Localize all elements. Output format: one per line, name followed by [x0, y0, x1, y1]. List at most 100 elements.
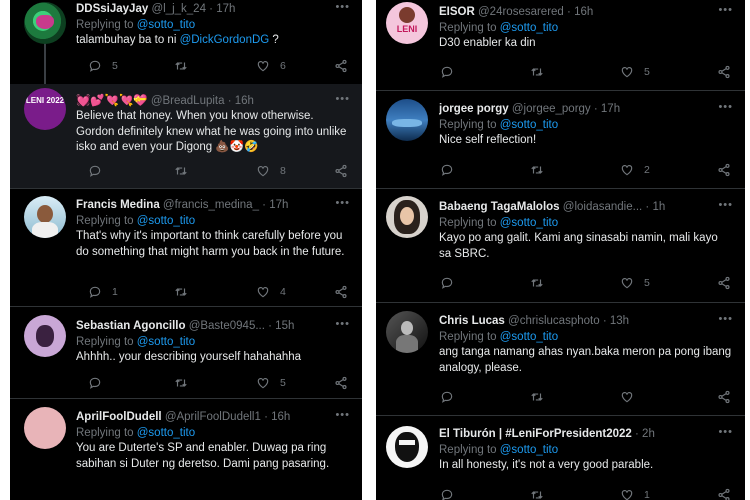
retweet-button[interactable] [174, 376, 198, 390]
display-name[interactable]: Babaeng TagaMalolos [439, 201, 560, 213]
retweet-button[interactable] [530, 276, 554, 290]
tweet-sebastian-agoncillo[interactable]: Sebastian Agoncillo @Baste0945... · 15h … [10, 307, 362, 397]
avatar[interactable] [24, 407, 66, 449]
retweet-button[interactable] [530, 65, 554, 79]
display-name[interactable]: DDSsiJayJay [76, 3, 148, 15]
display-name[interactable]: EISOR [439, 6, 475, 18]
retweet-button[interactable] [530, 390, 554, 404]
share-button[interactable] [334, 59, 348, 73]
share-button[interactable] [717, 390, 731, 404]
more-options-icon[interactable]: ••• [718, 4, 733, 16]
like-button[interactable]: 5 [620, 276, 650, 290]
tweet-chris-lucas[interactable]: Chris Lucas @chrislucasphoto · 13h ••• R… [376, 303, 745, 415]
handle[interactable]: @francis_medina_ [163, 199, 259, 211]
timestamp[interactable]: 17h [269, 199, 288, 211]
handle[interactable]: @BreadLupita [151, 95, 225, 107]
reply-to-mention[interactable]: @sotto_tito [500, 22, 558, 34]
tweet-aprilfooldudell[interactable]: AprilFoolDudell @AprilFoolDudell1 · 16h … [10, 399, 362, 500]
handle[interactable]: @AprilFoolDudell1 [165, 411, 261, 423]
more-options-icon[interactable]: ••• [335, 197, 350, 209]
avatar[interactable] [386, 426, 428, 468]
reply-button[interactable] [440, 390, 464, 404]
timestamp[interactable]: 13h [610, 315, 629, 327]
reply-to-mention[interactable]: @sotto_tito [137, 19, 195, 31]
reply-to-mention[interactable]: @sotto_tito [500, 444, 558, 456]
share-button[interactable] [334, 285, 348, 299]
tweet-francis-medina[interactable]: Francis Medina @francis_medina_ · 17h ••… [10, 189, 362, 305]
reply-to-mention[interactable]: @sotto_tito [137, 336, 195, 348]
like-button[interactable]: 5 [620, 65, 650, 79]
reply-button[interactable] [88, 164, 112, 178]
retweet-button[interactable] [174, 164, 198, 178]
share-button[interactable] [334, 376, 348, 390]
retweet-button[interactable] [174, 285, 198, 299]
like-button[interactable]: 6 [256, 59, 286, 73]
reply-button[interactable]: 1 [88, 285, 118, 299]
timestamp[interactable]: 16h [574, 6, 593, 18]
like-button[interactable]: 1 [620, 488, 650, 500]
reply-button[interactable] [440, 488, 464, 500]
share-button[interactable] [717, 276, 731, 290]
reply-to-mention[interactable]: @sotto_tito [137, 215, 195, 227]
handle[interactable]: @chrislucasphoto [508, 315, 600, 327]
timestamp[interactable]: 16h [271, 411, 290, 423]
retweet-button[interactable] [530, 163, 554, 177]
retweet-button[interactable] [530, 488, 554, 500]
reply-to-mention[interactable]: @sotto_tito [500, 119, 558, 131]
more-options-icon[interactable]: ••• [718, 426, 733, 438]
reply-button[interactable] [440, 276, 464, 290]
display-name[interactable]: jorgee porgy [439, 103, 509, 115]
tweet-ddssijayjay[interactable]: DDSsiJayJay @l_j_k_24 · 17h ••• Replying… [10, 0, 362, 82]
handle[interactable]: @jorgee_porgy [512, 103, 591, 115]
more-options-icon[interactable]: ••• [335, 318, 350, 330]
share-button[interactable] [717, 65, 731, 79]
like-button[interactable] [620, 390, 644, 404]
reply-button[interactable]: 5 [88, 59, 118, 73]
like-button[interactable]: 2 [620, 163, 650, 177]
timestamp[interactable]: 15h [275, 320, 294, 332]
handle[interactable]: @Baste0945... [189, 320, 265, 332]
retweet-button[interactable] [174, 59, 198, 73]
like-button[interactable]: 5 [256, 376, 286, 390]
avatar[interactable] [386, 99, 428, 141]
handle[interactable]: @loidasandie... [563, 201, 642, 213]
reply-button[interactable] [440, 65, 464, 79]
reply-button[interactable] [440, 163, 464, 177]
reply-button[interactable] [88, 376, 112, 390]
display-name[interactable]: Chris Lucas [439, 315, 505, 327]
reply-to-mention[interactable]: @sotto_tito [137, 427, 195, 439]
avatar[interactable] [386, 196, 428, 238]
tweet-el-tiburon[interactable]: El Tiburón | #LeniForPresident2022 · 2h … [376, 416, 745, 500]
tweet-breadlupita[interactable]: LENI 2022 💓💕💘💘💝 @BreadLupita · 16h ••• B… [10, 84, 362, 188]
avatar[interactable] [386, 311, 428, 353]
avatar[interactable] [24, 315, 66, 357]
avatar[interactable]: LENI 2022 [24, 88, 66, 130]
reply-to-mention[interactable]: @sotto_tito [500, 331, 558, 343]
display-name[interactable]: Francis Medina [76, 199, 160, 211]
more-options-icon[interactable]: ••• [718, 313, 733, 325]
timestamp[interactable]: 17h [601, 103, 620, 115]
share-button[interactable] [717, 163, 731, 177]
display-name[interactable]: El Tiburón | #LeniForPresident2022 [439, 428, 632, 440]
display-name[interactable]: 💓💕💘💘💝 [76, 95, 148, 107]
handle[interactable]: @l_j_k_24 [151, 3, 206, 15]
more-options-icon[interactable]: ••• [718, 199, 733, 211]
avatar[interactable]: LENI [386, 2, 428, 44]
share-button[interactable] [334, 164, 348, 178]
avatar[interactable] [24, 196, 66, 238]
share-button[interactable] [717, 488, 731, 500]
timestamp[interactable]: 1h [652, 201, 665, 213]
avatar[interactable] [24, 2, 66, 44]
like-button[interactable]: 4 [256, 285, 286, 299]
more-options-icon[interactable]: ••• [335, 1, 350, 13]
display-name[interactable]: AprilFoolDudell [76, 411, 162, 423]
tweet-babaeng-tagamalolos[interactable]: Babaeng TagaMalolos @loidasandie... · 1h… [376, 189, 745, 301]
more-options-icon[interactable]: ••• [335, 93, 350, 105]
handle[interactable]: @24rosesarered [478, 6, 564, 18]
timestamp[interactable]: 16h [235, 95, 254, 107]
timestamp[interactable]: 17h [216, 3, 235, 15]
tweet-jorgee-porgy[interactable]: jorgee porgy @jorgee_porgy · 17h ••• Rep… [376, 91, 745, 187]
mention-link[interactable]: @DickGordonDG [180, 34, 270, 46]
more-options-icon[interactable]: ••• [335, 409, 350, 421]
timestamp[interactable]: 2h [642, 428, 655, 440]
